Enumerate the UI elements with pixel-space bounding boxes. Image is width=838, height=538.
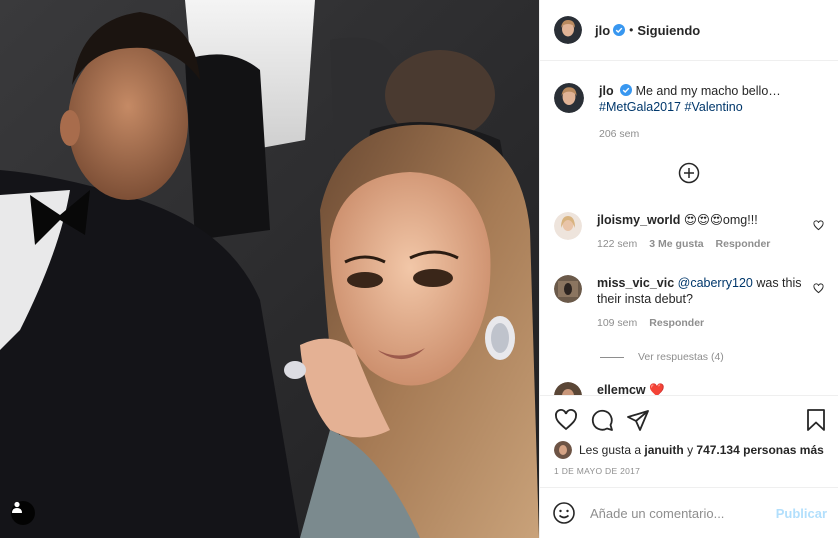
replies-divider <box>600 356 624 358</box>
comment-icon[interactable] <box>590 408 614 432</box>
comment-username[interactable]: miss_vic_vic <box>597 276 674 290</box>
likes-mid: y <box>687 443 694 457</box>
comment-item: miss_vic_vic @caberry120 was this their … <box>554 275 826 331</box>
view-replies-label: Ver respuestas (4) <box>638 351 724 363</box>
caption-body: jlo Me and my macho bello… #MetGala2017 #… <box>599 83 809 142</box>
verified-badge-icon <box>613 24 626 36</box>
comment-item: jloismy_world 😍😍😍omg!!! 122 sem 3 Me gus… <box>554 212 826 252</box>
share-icon[interactable] <box>626 408 650 432</box>
comments-list[interactable]: jlo Me and my macho bello… #MetGala2017 #… <box>540 62 838 395</box>
view-replies-button[interactable]: Ver respuestas (4) <box>600 351 724 363</box>
commenter-avatar[interactable] <box>554 212 582 240</box>
heart-icon[interactable] <box>813 283 824 294</box>
hashtag-link[interactable]: #MetGala2017 <box>599 100 681 114</box>
likes-count[interactable]: 747.134 personas más <box>696 443 823 457</box>
bookmark-icon[interactable] <box>805 408 827 432</box>
post-header: jlo • Siguiendo <box>540 0 838 61</box>
caption-text: Me and my macho bello… <box>635 84 781 98</box>
caption-avatar[interactable] <box>554 83 584 113</box>
hashtag-link[interactable]: #Valentino <box>685 100 743 114</box>
caption: jlo Me and my macho bello… #MetGala2017 #… <box>554 83 826 142</box>
caption-time[interactable]: 206 sem <box>599 126 639 142</box>
separator-dot: • <box>629 23 634 37</box>
comment-body: jloismy_world 😍😍😍omg!!! 122 sem 3 Me gus… <box>597 212 807 252</box>
author-username[interactable]: jlo <box>595 23 610 38</box>
commenter-avatar[interactable] <box>554 275 582 303</box>
comment-item: ellemcw ❤️ <box>554 382 826 395</box>
likes-prefix: Les gusta a <box>579 443 642 457</box>
user-tag-button[interactable] <box>11 501 35 525</box>
commenter-avatar[interactable] <box>554 382 582 395</box>
heart-icon[interactable] <box>554 408 578 432</box>
author-avatar[interactable] <box>554 16 582 44</box>
comment-body: miss_vic_vic @caberry120 was this their … <box>597 275 807 331</box>
comment-meta: 109 sem Responder <box>597 315 807 331</box>
publish-button[interactable]: Publicar <box>776 506 827 521</box>
post-photo[interactable] <box>0 0 539 538</box>
comment-likes[interactable]: 3 Me gusta <box>649 236 703 252</box>
post-date[interactable]: 1 DE MAYO DE 2017 <box>554 466 640 476</box>
action-icons <box>554 408 650 432</box>
plus-circle-icon[interactable] <box>678 162 700 184</box>
mention-link[interactable]: @caberry120 <box>678 276 753 290</box>
caption-username[interactable]: jlo <box>599 84 614 98</box>
emoji-icon[interactable] <box>552 501 576 525</box>
reply-button[interactable]: Responder <box>716 236 771 252</box>
liker-avatar[interactable] <box>554 441 572 459</box>
heart-icon[interactable] <box>813 220 824 231</box>
comment-time[interactable]: 122 sem <box>597 236 637 252</box>
caption-meta: 206 sem <box>599 126 809 142</box>
comment-text: ❤️ <box>649 383 665 395</box>
comment-time[interactable]: 109 sem <box>597 315 637 331</box>
photo-illustration <box>0 0 539 538</box>
likes-summary[interactable]: Les gusta a januith y 747.134 personas m… <box>554 441 824 459</box>
comment-input[interactable] <box>590 505 770 521</box>
comment-text: 😍😍😍omg!!! <box>683 213 758 227</box>
comment-composer: Publicar <box>540 487 838 538</box>
comment-body: ellemcw ❤️ <box>597 382 807 395</box>
verified-badge-icon <box>620 84 633 96</box>
post-side-panel: jlo • Siguiendo jlo Me and my macho bell… <box>539 0 838 538</box>
liker-username[interactable]: januith <box>644 443 683 457</box>
reply-button[interactable]: Responder <box>649 315 704 331</box>
following-button[interactable]: Siguiendo <box>637 23 700 38</box>
user-tag-icon <box>12 501 22 513</box>
comment-username[interactable]: jloismy_world <box>597 213 680 227</box>
comment-username[interactable]: ellemcw <box>597 383 646 395</box>
comment-meta: 122 sem 3 Me gusta Responder <box>597 236 807 252</box>
post-actions: Les gusta a januith y 747.134 personas m… <box>540 395 838 487</box>
